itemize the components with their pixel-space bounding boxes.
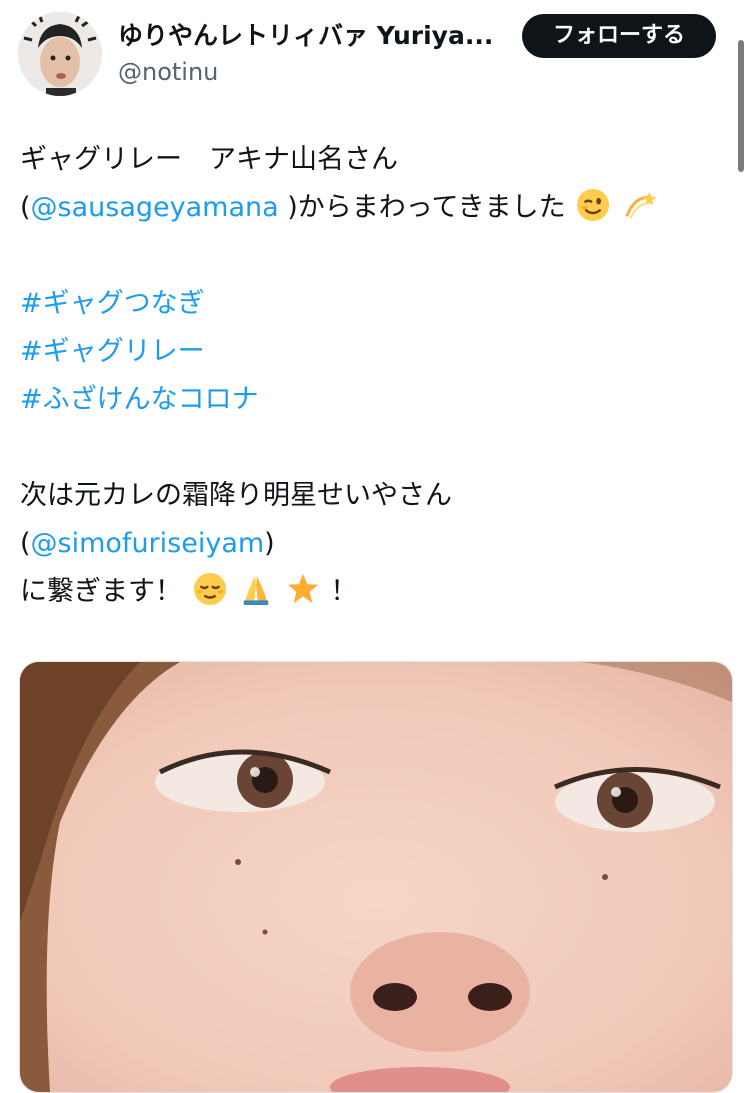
- hashtag-link[interactable]: #ギャグつなぎ: [20, 288, 205, 319]
- name-block: ゆりやんレトリィバァ Yuriya... @notinu: [118, 18, 508, 88]
- tweet-line: (@sausageyamana )からまわってきました: [20, 184, 720, 232]
- tweet-text-segment: に繋ぎます！: [20, 576, 182, 607]
- mention-link[interactable]: @simofuriseiyam: [31, 528, 265, 559]
- user-handle[interactable]: @notinu: [118, 56, 508, 88]
- relieved-face-emoji-icon: [193, 572, 226, 606]
- tweet-text: ギャグリレー アキナ山名さん (@sausageyamana )からまわってきま…: [20, 136, 720, 616]
- tweet-line: #ギャグリレー: [20, 328, 720, 376]
- hashtag-link[interactable]: #ギャグリレー: [20, 336, 205, 367]
- tweet-media[interactable]: [19, 661, 733, 1093]
- tweet-line: #ふざけんなコロナ: [20, 376, 720, 424]
- tweet-line: に繋ぎます！ ！: [20, 568, 720, 616]
- tweet-text-segment: ): [264, 528, 275, 559]
- winking-face-emoji-icon: [577, 188, 610, 222]
- tweet-text-segment: 次は元カレの霜降り明星せいやさん: [20, 480, 452, 511]
- tweet-line: #ギャグつなぎ: [20, 280, 720, 328]
- follow-button[interactable]: フォローする: [522, 14, 716, 58]
- scrollbar[interactable]: [738, 40, 744, 172]
- tweet-header: ゆりやんレトリィバァ Yuriya... @notinu フォローする: [0, 0, 750, 110]
- star-emoji-icon: [287, 573, 318, 604]
- dizzy-emoji-icon: [625, 191, 656, 219]
- mention-link[interactable]: @sausageyamana: [31, 192, 279, 223]
- tweet-text-segment: ギャグリレー アキナ山名さん: [20, 144, 398, 175]
- tweet-line: 次は元カレの霜降り明星せいやさん: [20, 472, 720, 520]
- tweet-line: (@simofuriseiyam): [20, 520, 720, 568]
- tweet-text-segment: ！: [330, 576, 358, 607]
- tweet-text-segment: )からまわってきました: [278, 192, 566, 223]
- tweet-line: ギャグリレー アキナ山名さん: [20, 136, 720, 184]
- display-name[interactable]: ゆりやんレトリィバァ Yuriya...: [118, 18, 508, 54]
- hashtag-link[interactable]: #ふざけんなコロナ: [20, 384, 259, 415]
- folded-hands-emoji-icon: [243, 575, 269, 606]
- media-photo: [20, 662, 732, 1092]
- tweet-text-segment: (: [20, 192, 31, 223]
- avatar[interactable]: [18, 12, 102, 96]
- avatar-image: [18, 12, 102, 96]
- tweet-text-segment: (: [20, 528, 31, 559]
